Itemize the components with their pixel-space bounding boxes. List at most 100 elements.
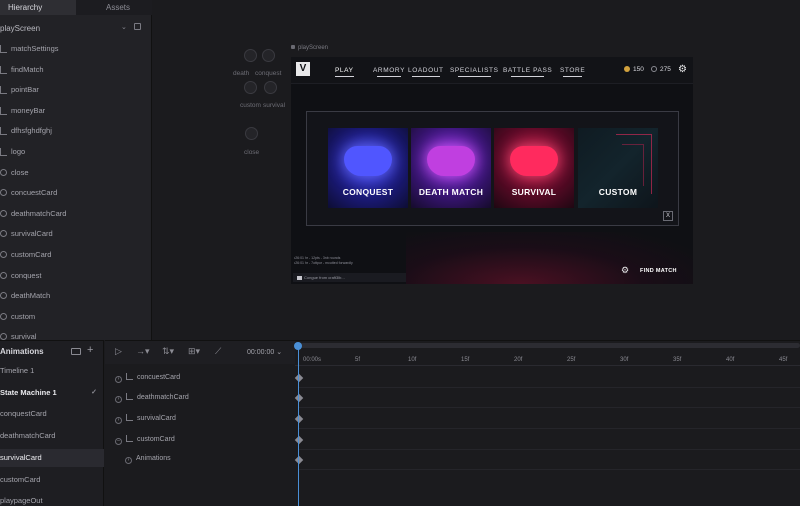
animation-list-item[interactable]: State Machine 1 ✓ — [0, 384, 104, 402]
chat-log: •26:01 hr - 12pts - 3nb rounds •26:01 hr… — [294, 256, 404, 266]
hierarchy-item[interactable]: survivalCard — [0, 228, 152, 242]
hierarchy-item[interactable]: dfhsfghdfghj — [0, 125, 152, 139]
timeline-track-row[interactable]: – customCard — [115, 435, 175, 445]
hierarchy-item[interactable]: deathMatch — [0, 290, 152, 304]
custom-card[interactable]: CUSTOM — [578, 128, 658, 208]
lock-icon[interactable] — [134, 23, 141, 30]
group-icon — [126, 435, 133, 442]
hierarchy-item[interactable]: pointBar — [0, 84, 152, 98]
direction-icon[interactable]: ⇅▾ — [162, 346, 174, 357]
timeline-track-label: deathmatchCard — [137, 394, 189, 401]
animation-list-item[interactable]: conquestCard — [0, 405, 104, 423]
hierarchy-item-label: customCard — [11, 250, 52, 259]
hierarchy-item[interactable]: close — [0, 167, 152, 181]
hierarchy-root-row[interactable]: playScreen ⌄ — [0, 22, 152, 36]
tab-assets[interactable]: Assets — [76, 0, 152, 15]
nav-play-label: PLAY — [335, 67, 354, 74]
playhead-handle[interactable] — [294, 342, 302, 350]
hierarchy-item-label: conquest — [11, 270, 42, 280]
node-icon — [0, 271, 7, 279]
animation-list-item[interactable]: survivalCard — [0, 449, 104, 467]
animation-list-item[interactable]: playpageOut — [0, 492, 104, 506]
nav-specialists-label: SPECIALISTS — [450, 67, 499, 74]
close-node-icon[interactable] — [245, 127, 258, 140]
conquest-node-icon[interactable] — [262, 49, 275, 62]
survival-card[interactable]: SURVIVAL — [494, 128, 574, 208]
animation-list-item[interactable]: customCard — [0, 471, 104, 489]
timeline-track-label: Animations — [136, 455, 171, 462]
group-icon — [0, 106, 7, 115]
timeline-track-row[interactable]: › concuestCard — [115, 373, 180, 383]
animation-list-item-label: deathmatchCard — [0, 431, 56, 440]
hierarchy-item[interactable]: logo — [0, 146, 152, 160]
close-button[interactable]: X — [663, 211, 673, 221]
hierarchy-item[interactable]: concuestCard — [0, 187, 152, 201]
nav-underline — [335, 76, 354, 77]
coin-icon — [624, 66, 630, 72]
game-screen-artboard[interactable]: V PLAY ARMORY LOADOUT SPECIALISTS BATTLE… — [291, 57, 693, 284]
nav-store-label: STORE — [560, 67, 586, 74]
conquest-card[interactable]: CONQUEST — [328, 128, 408, 208]
animation-list-item[interactable]: deathmatchCard — [0, 427, 104, 445]
group-icon — [0, 45, 7, 53]
timeline-track-row[interactable]: › Animations — [125, 455, 171, 464]
timeline-track-row[interactable]: › deathmatchCard — [115, 393, 189, 403]
hierarchy-item[interactable]: matchSettings — [0, 43, 152, 57]
nav-underline — [458, 76, 491, 77]
expand-icon[interactable]: › — [125, 457, 132, 464]
nav-play[interactable]: PLAY — [335, 67, 354, 77]
expand-icon[interactable]: › — [115, 376, 122, 383]
timeline-time-field[interactable]: 00:00:00 ⌄ — [247, 348, 282, 356]
nav-underline — [511, 76, 545, 77]
hierarchy-item[interactable]: deathmatchCard — [0, 208, 152, 222]
hierarchy-item[interactable]: findMatch — [0, 64, 152, 78]
hierarchy-item[interactable]: customCard — [0, 249, 152, 263]
tab-hierarchy[interactable]: Hierarchy — [0, 0, 76, 15]
custom-node-icon[interactable] — [244, 81, 257, 94]
hierarchy-item-label: close — [11, 167, 29, 177]
expand-icon[interactable]: › — [115, 396, 122, 403]
gem-icon — [651, 66, 657, 72]
nav-store[interactable]: STORE — [560, 67, 586, 77]
nav-armory[interactable]: ARMORY — [373, 67, 405, 77]
track-separator — [299, 407, 800, 408]
survival-node-icon[interactable] — [264, 81, 277, 94]
group-icon — [0, 86, 7, 95]
chat-input[interactable]: Congue from craft3lb... — [293, 273, 406, 282]
hierarchy-item[interactable]: custom — [0, 311, 152, 325]
hierarchy-item[interactable]: moneyBar — [0, 105, 152, 119]
hierarchy-item[interactable]: conquest — [0, 270, 152, 284]
hierarchy-item-label: findMatch — [11, 64, 44, 74]
node-icon — [0, 230, 7, 238]
timeline-track-row[interactable]: › survivalCard — [115, 414, 176, 424]
play-icon[interactable]: ▷ — [115, 346, 122, 357]
loop-icon[interactable]: →▾ — [136, 346, 150, 357]
folder-icon[interactable] — [71, 348, 81, 355]
settings-gear-icon[interactable]: ⚙ — [678, 64, 687, 75]
hierarchy-item-label: dfhsfghdfghj — [11, 126, 52, 136]
hierarchy-tabs: Hierarchy Assets — [0, 0, 152, 15]
timeline-ruler[interactable] — [295, 352, 800, 366]
animation-list-item-label: conquestCard — [0, 409, 47, 418]
death-node-icon[interactable] — [244, 49, 257, 62]
ease-icon[interactable]: ⟋ — [215, 346, 221, 357]
timeline-scrollbar[interactable] — [300, 343, 800, 348]
chevron-down-icon[interactable]: ⌄ — [121, 23, 127, 31]
find-match-button[interactable]: FIND MATCH — [640, 268, 677, 274]
match-settings-gear-icon[interactable]: ⚙ — [621, 265, 629, 276]
nav-specialists[interactable]: SPECIALISTS — [450, 67, 499, 77]
animation-list-item[interactable]: Timeline 1 — [0, 362, 104, 380]
gamepad-icon — [427, 146, 475, 176]
playhead-line[interactable] — [298, 346, 299, 506]
nav-loadout[interactable]: LOADOUT — [408, 67, 444, 77]
survival-card-label: SURVIVAL — [511, 187, 557, 197]
add-animation-icon[interactable]: + — [87, 344, 93, 356]
nav-battle-pass[interactable]: BATTLE PASS — [503, 67, 552, 77]
group-icon — [0, 65, 7, 74]
artboard-label[interactable]: playScreen — [291, 45, 328, 51]
deathmatch-card[interactable]: DEATH MATCH — [411, 128, 491, 208]
ghost-label-death: death — [233, 70, 250, 77]
expand-icon[interactable]: › — [115, 417, 122, 424]
collapse-icon[interactable]: – — [115, 438, 122, 445]
snap-icon[interactable]: ⊞▾ — [188, 346, 200, 357]
